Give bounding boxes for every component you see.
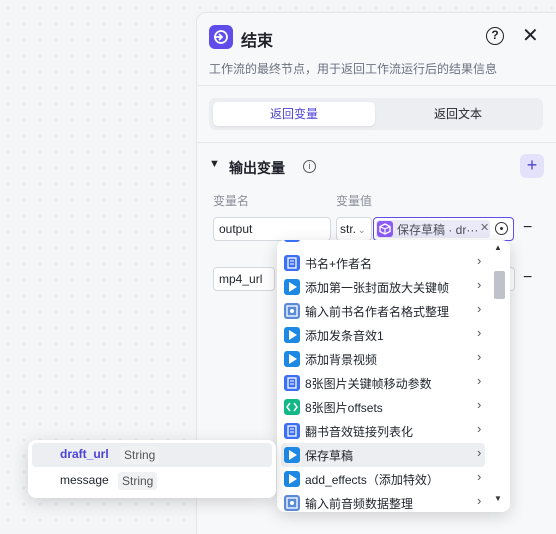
list-item-label: add_effects（添加特效） [305,473,439,487]
divider [197,85,556,86]
node-select-dropdown: 书名+作者名 › 添加第一张封面放大关键帧 › 输入前书名作者名格式整理 › 添… [277,240,510,512]
list-item-label: 翻书音效链接列表化 [305,425,414,439]
scrollbar[interactable]: ▲ ▼ [491,240,505,512]
chevron-right-icon: › [477,397,482,412]
list-item-label: 8张图片offsets [305,401,383,415]
list-item[interactable]: 添加背景视频 › [281,347,485,371]
tab-return-text[interactable]: 返回文本 [377,102,539,126]
code-icon [284,303,300,319]
chevron-right-icon: › [477,469,482,484]
column-header-name: 变量名 [213,194,250,208]
play-icon [284,447,300,463]
chevron-right-icon: › [477,445,482,460]
list-item-label: 添加第一张封面放大关键帧 [305,281,450,295]
question-circle-icon[interactable]: ? [486,27,504,45]
field-name: message [60,473,109,487]
play-icon [284,471,300,487]
doc-icon [284,423,300,439]
code-icon [284,495,300,511]
play-icon [284,279,300,295]
list-item[interactable]: 添加发条音效1 › [281,323,485,347]
list-item-label: 书名+作者名 [305,257,373,271]
column-header-value: 变量值 [336,194,373,208]
field-type-badge: String [118,472,158,490]
list-item[interactable] [281,240,485,246]
close-icon[interactable]: ✕ [522,23,539,48]
scroll-up-icon[interactable]: ▲ [494,243,502,252]
chevron-right-icon: › [477,277,482,292]
scrollbar-thumb[interactable] [494,271,505,299]
variable-reference-field[interactable]: 保存草稿 · dr··· ✕ [373,217,514,241]
play-icon [284,327,300,343]
section-title: 输出变量 [229,160,285,176]
variable-name-input[interactable]: mp4_url [213,267,275,291]
list-item[interactable]: 8张图片offsets › [281,395,485,419]
panel-description: 工作流的最终节点，用于返回工作流运行后的结果信息 [209,62,498,76]
list-item[interactable]: 输入前音频数据整理 › [281,491,485,512]
divider [197,142,556,143]
submenu-item-draft-url[interactable]: draft_url String [32,443,272,467]
list-item-label: 8张图片关键帧移动参数 [305,377,432,391]
play-icon [284,351,300,367]
chevron-right-icon: › [477,349,482,364]
cube-icon [377,221,393,237]
list-item-label: 保存草稿 [305,449,354,463]
scroll-down-icon[interactable]: ▼ [494,494,502,503]
chevron-right-icon: › [477,421,482,436]
list-item-hovered[interactable]: 保存草稿 › [281,443,485,467]
reference-label: 保存草稿 · dr··· [397,223,479,237]
chevron-right-icon: › [477,325,482,340]
tab-return-variables[interactable]: 返回变量 [213,102,375,126]
list-item[interactable]: add_effects（添加特效） › [281,467,485,491]
type-select[interactable]: str. ⌄ [336,217,372,241]
field-type-badge: String [120,446,160,464]
doc-icon [284,375,300,391]
list-item-label: 输入前书名作者名格式整理 [305,305,450,319]
list-item[interactable]: 输入前书名作者名格式整理 › [281,299,485,323]
chevron-down-icon[interactable]: ▼ [209,158,220,170]
mode-tabs: 返回变量 返回文本 [209,98,543,130]
type-select-value: str. [340,222,357,236]
submenu-item-message[interactable]: message String [32,469,272,493]
remove-row-button[interactable]: − [523,269,532,287]
target-icon[interactable] [495,222,508,235]
panel-title: 结束 [241,33,274,50]
remove-row-button[interactable]: − [523,219,532,237]
list-item-label: 输入前音频数据整理 [305,497,414,511]
chevron-right-icon: › [477,493,482,508]
code-brackets-icon [284,399,300,415]
doc-icon [284,255,300,271]
list-item[interactable]: 书名+作者名 › [281,251,485,275]
panel-header: 结束 ? ✕ [209,25,556,51]
remove-chip-icon[interactable]: ✕ [480,221,489,234]
chevron-right-icon: › [477,253,482,268]
variable-name-input[interactable]: output [213,217,331,241]
chevron-right-icon: › [477,373,482,388]
chevron-down-icon: ⌄ [358,225,366,235]
add-variable-button[interactable]: + [520,154,544,178]
list-item[interactable]: 添加第一张封面放大关键帧 › [281,275,485,299]
output-field-submenu: draft_url String message String [28,440,276,498]
blue-doc-icon [284,240,300,242]
reference-chip: 保存草稿 · dr··· ✕ [376,220,490,238]
chevron-right-icon: › [477,301,482,316]
list-item[interactable]: 8张图片关键帧移动参数 › [281,371,485,395]
list-item[interactable]: 翻书音效链接列表化 › [281,419,485,443]
field-name: draft_url [60,447,109,461]
end-node-icon [209,25,233,49]
info-icon[interactable]: i [303,160,316,173]
list-item-label: 添加背景视频 [305,353,378,367]
list-item-label: 添加发条音效1 [305,329,384,343]
